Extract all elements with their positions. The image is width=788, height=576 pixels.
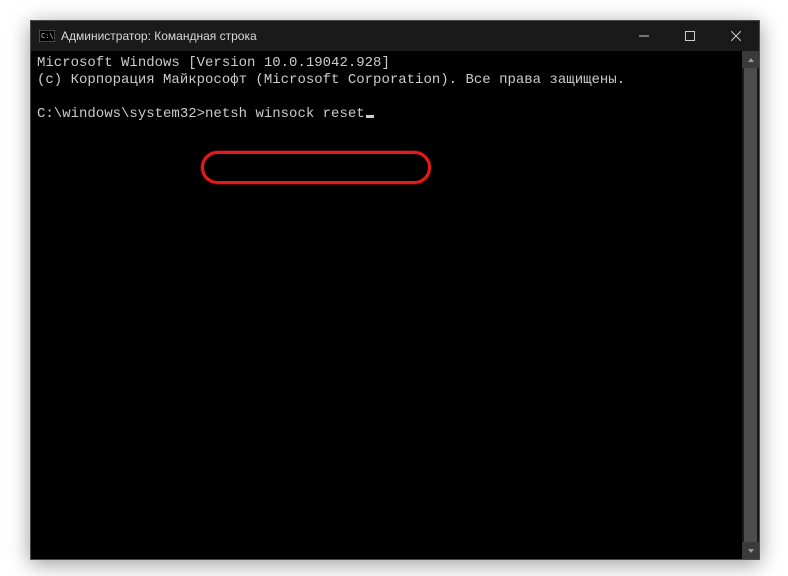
close-button[interactable] (713, 21, 759, 51)
text-cursor (366, 115, 374, 118)
close-icon (731, 31, 741, 41)
window-controls (621, 21, 759, 51)
window-title: Администратор: Командная строка (61, 29, 257, 43)
scroll-down-icon (747, 548, 755, 554)
scroll-up-button[interactable] (742, 51, 759, 68)
terminal-command: netsh winsock reset (205, 106, 365, 122)
scrollbar-thumb[interactable] (744, 68, 757, 542)
terminal-prompt: C:\windows\system32> (37, 106, 205, 122)
vertical-scrollbar[interactable] (742, 51, 759, 559)
terminal-line: (c) Корпорация Майкрософт (Microsoft Cor… (37, 72, 625, 88)
scroll-up-icon (747, 57, 755, 63)
terminal-area[interactable]: Microsoft Windows [Version 10.0.19042.92… (31, 51, 742, 559)
cmd-icon: C:\ (39, 28, 55, 44)
minimize-icon (639, 31, 649, 41)
maximize-button[interactable] (667, 21, 713, 51)
terminal-line: Microsoft Windows [Version 10.0.19042.92… (37, 55, 390, 71)
window-content: Microsoft Windows [Version 10.0.19042.92… (31, 51, 759, 559)
cmd-window: C:\ Администратор: Командная строка Micr… (30, 20, 760, 560)
minimize-button[interactable] (621, 21, 667, 51)
svg-text:C:\: C:\ (41, 32, 54, 40)
maximize-icon (685, 31, 695, 41)
scrollbar-track[interactable] (742, 68, 759, 542)
scroll-down-button[interactable] (742, 542, 759, 559)
titlebar[interactable]: C:\ Администратор: Командная строка (31, 21, 759, 51)
